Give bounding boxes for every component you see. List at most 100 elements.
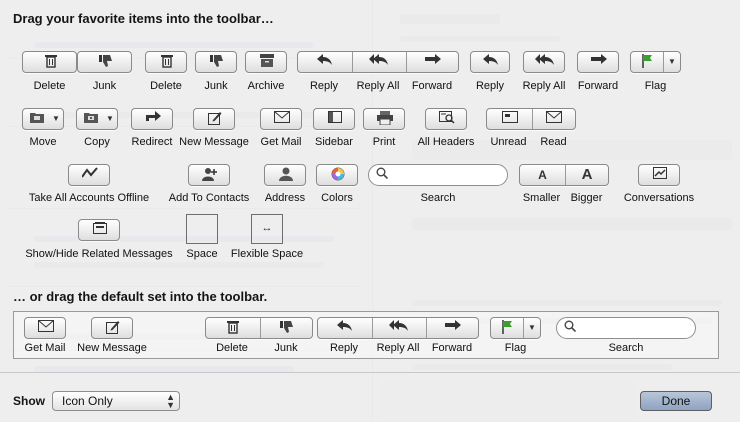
large-letter-a-icon: A <box>581 166 593 183</box>
get-mail-label: Get Mail <box>260 136 302 148</box>
space-item[interactable] <box>186 214 218 244</box>
double-arrow-icon: ↔ <box>261 222 273 234</box>
all-headers-button[interactable] <box>425 108 467 130</box>
show-mode-value: Icon Only <box>62 394 113 408</box>
colors-button[interactable] <box>316 164 358 186</box>
flexible-space-label: Flexible Space <box>230 248 304 260</box>
reply-button[interactable] <box>470 51 510 73</box>
show-label: Show <box>13 394 45 408</box>
envelope-icon <box>25 318 67 332</box>
archive-box-icon <box>246 52 288 67</box>
reply-label: Reply <box>309 80 339 92</box>
delete-label-alt: Delete <box>150 80 182 92</box>
bigger-segment[interactable]: A <box>565 165 609 185</box>
add-to-contacts-button[interactable] <box>188 164 230 186</box>
search-field[interactable] <box>368 164 508 186</box>
forward-label: Forward <box>411 80 453 92</box>
space-label: Space <box>186 248 218 260</box>
default-delete-junk-group[interactable] <box>205 317 313 339</box>
new-message-button[interactable] <box>193 108 235 130</box>
read-envelope-icon <box>532 109 576 123</box>
default-reply-all-segment[interactable] <box>372 318 427 338</box>
default-toolbar-set[interactable]: Get Mail New Message Delete Junk Reply R… <box>13 311 719 359</box>
print-label: Print <box>372 136 396 148</box>
reply-all-segment[interactable] <box>352 52 407 72</box>
delete-button-alt[interactable] <box>145 51 187 73</box>
move-menu-button[interactable]: ▼ <box>22 108 64 130</box>
default-junk-segment[interactable] <box>260 318 313 338</box>
print-button[interactable] <box>363 108 405 130</box>
colors-label: Colors <box>321 192 353 204</box>
get-mail-button[interactable] <box>260 108 302 130</box>
reply-segment[interactable] <box>298 52 353 72</box>
default-search-field[interactable] <box>556 317 696 339</box>
move-label: Move <box>29 136 57 148</box>
envelope-icon <box>261 109 303 123</box>
conversation-chart-icon <box>639 165 681 179</box>
read-segment[interactable] <box>532 109 576 129</box>
unread-read-group[interactable] <box>486 108 576 130</box>
address-button[interactable] <box>264 164 306 186</box>
default-delete-segment[interactable] <box>206 318 261 338</box>
show-mode-select[interactable]: Icon Only ▲ ▼ <box>52 391 180 411</box>
customize-toolbar-sheet: Drag your favorite items into the toolba… <box>0 0 740 422</box>
default-get-mail-label: Get Mail <box>24 342 66 354</box>
forward-arrow-icon <box>406 52 459 66</box>
search-label: Search <box>420 192 456 204</box>
junk-button[interactable] <box>77 51 132 73</box>
smaller-segment[interactable]: A <box>520 165 566 185</box>
redirect-button[interactable] <box>131 108 173 130</box>
default-forward-segment[interactable] <box>426 318 479 338</box>
default-delete-label: Delete <box>216 342 248 354</box>
default-get-mail-button[interactable] <box>24 317 66 339</box>
flag-menu-button[interactable]: ▼ <box>630 51 681 73</box>
person-silhouette-icon <box>265 165 307 181</box>
folder-copy-icon <box>77 109 105 123</box>
forward-segment[interactable] <box>406 52 459 72</box>
sidebar-button[interactable] <box>313 108 355 130</box>
heading-default-set: … or drag the default set into the toolb… <box>13 289 268 304</box>
thumbs-down-icon <box>260 318 313 334</box>
heading-favorite-items: Drag your favorite items into the toolba… <box>13 11 274 26</box>
default-flag-segment[interactable] <box>491 318 524 338</box>
reply-arrow-icon <box>298 52 352 66</box>
take-offline-button[interactable] <box>68 164 110 186</box>
sidebar-panel-icon <box>314 109 356 123</box>
flexible-space-item[interactable]: ↔ <box>251 214 283 244</box>
copy-menu-button[interactable]: ▼ <box>76 108 118 130</box>
forward-arrow-icon <box>578 52 620 66</box>
unread-segment[interactable] <box>487 109 533 129</box>
smaller-bigger-group[interactable]: A A <box>519 164 609 186</box>
smaller-label: Smaller <box>522 192 561 204</box>
default-flag-menu-button[interactable]: ▼ <box>490 317 541 339</box>
flag-segment[interactable] <box>631 52 664 72</box>
archive-button[interactable] <box>245 51 287 73</box>
magnifier-icon <box>375 165 389 179</box>
green-flag-icon <box>491 318 523 334</box>
reply-replyall-forward-group[interactable] <box>297 51 459 73</box>
default-search-label: Search <box>608 342 644 354</box>
default-new-message-button[interactable] <box>91 317 133 339</box>
default-reply-group[interactable] <box>317 317 479 339</box>
default-reply-segment[interactable] <box>318 318 373 338</box>
junk-label-alt: Junk <box>204 80 228 92</box>
show-hide-related-button[interactable] <box>78 219 120 241</box>
green-flag-icon <box>631 52 663 68</box>
read-label: Read <box>540 136 567 148</box>
junk-button-alt[interactable] <box>195 51 237 73</box>
printer-icon <box>364 109 406 125</box>
trash-icon <box>206 318 260 334</box>
trash-icon <box>23 52 78 68</box>
delete-button[interactable] <box>22 51 77 73</box>
bigger-label: Bigger <box>570 192 603 204</box>
reply-all-button[interactable] <box>523 51 565 73</box>
unread-label: Unread <box>490 136 527 148</box>
trash-icon <box>146 52 188 68</box>
forward-button[interactable] <box>577 51 619 73</box>
color-wheel-icon <box>317 165 359 181</box>
conversations-button[interactable] <box>638 164 680 186</box>
done-button[interactable]: Done <box>640 391 712 411</box>
default-forward-label: Forward <box>431 342 473 354</box>
reply-all-label: Reply All <box>356 80 400 92</box>
default-reply-all-label: Reply All <box>376 342 420 354</box>
